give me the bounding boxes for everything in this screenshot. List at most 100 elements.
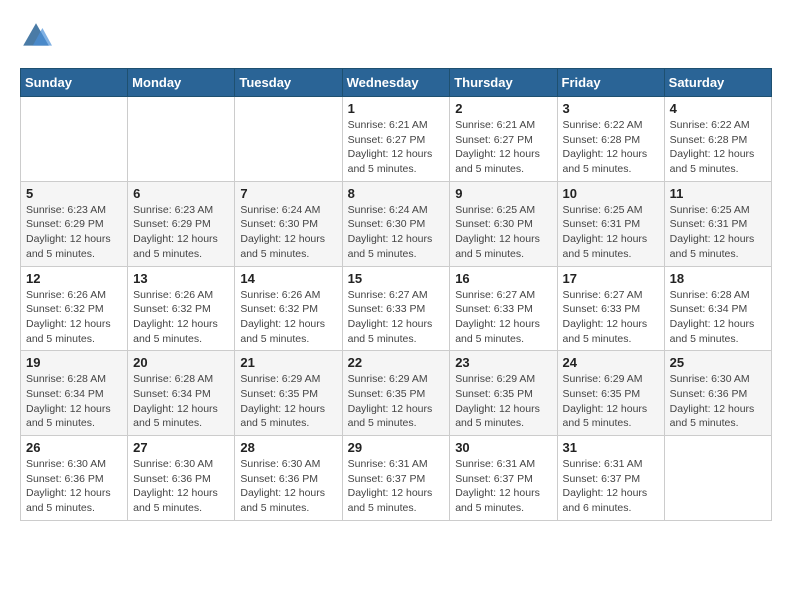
- day-info: Sunrise: 6:22 AM Sunset: 6:28 PM Dayligh…: [563, 118, 659, 177]
- day-number: 15: [348, 271, 445, 286]
- calendar-day-cell: [235, 97, 342, 182]
- day-info: Sunrise: 6:27 AM Sunset: 6:33 PM Dayligh…: [348, 288, 445, 347]
- calendar-day-cell: 2 Sunrise: 6:21 AM Sunset: 6:27 PM Daylig…: [450, 97, 557, 182]
- day-number: 21: [240, 355, 336, 370]
- calendar-week-row: 26 Sunrise: 6:30 AM Sunset: 6:36 PM Dayli…: [21, 436, 772, 521]
- day-info: Sunrise: 6:24 AM Sunset: 6:30 PM Dayligh…: [348, 203, 445, 262]
- calendar-day-cell: 16 Sunrise: 6:27 AM Sunset: 6:33 PM Dayli…: [450, 266, 557, 351]
- day-info: Sunrise: 6:30 AM Sunset: 6:36 PM Dayligh…: [670, 372, 766, 431]
- day-number: 20: [133, 355, 229, 370]
- calendar-day-cell: [128, 97, 235, 182]
- day-info: Sunrise: 6:29 AM Sunset: 6:35 PM Dayligh…: [348, 372, 445, 431]
- day-of-week-header: Wednesday: [342, 69, 450, 97]
- day-info: Sunrise: 6:30 AM Sunset: 6:36 PM Dayligh…: [26, 457, 122, 516]
- header: [20, 20, 772, 52]
- calendar-day-cell: 30 Sunrise: 6:31 AM Sunset: 6:37 PM Dayli…: [450, 436, 557, 521]
- calendar-day-cell: 7 Sunrise: 6:24 AM Sunset: 6:30 PM Daylig…: [235, 181, 342, 266]
- calendar-day-cell: [21, 97, 128, 182]
- calendar-day-cell: 21 Sunrise: 6:29 AM Sunset: 6:35 PM Dayli…: [235, 351, 342, 436]
- day-number: 29: [348, 440, 445, 455]
- day-number: 8: [348, 186, 445, 201]
- calendar-day-cell: 5Sunrise: 6:23 AM Sunset: 6:29 PM Daylig…: [21, 181, 128, 266]
- day-number: 27: [133, 440, 229, 455]
- calendar-day-cell: 25 Sunrise: 6:30 AM Sunset: 6:36 PM Dayli…: [664, 351, 771, 436]
- calendar-day-cell: 10 Sunrise: 6:25 AM Sunset: 6:31 PM Dayli…: [557, 181, 664, 266]
- day-of-week-header: Monday: [128, 69, 235, 97]
- day-number: 28: [240, 440, 336, 455]
- calendar-day-cell: 12Sunrise: 6:26 AM Sunset: 6:32 PM Dayli…: [21, 266, 128, 351]
- day-of-week-header: Saturday: [664, 69, 771, 97]
- day-info: Sunrise: 6:31 AM Sunset: 6:37 PM Dayligh…: [563, 457, 659, 516]
- day-info: Sunrise: 6:23 AM Sunset: 6:29 PM Dayligh…: [133, 203, 229, 262]
- calendar-table: SundayMondayTuesdayWednesdayThursdayFrid…: [20, 68, 772, 521]
- calendar-day-cell: 6Sunrise: 6:23 AM Sunset: 6:29 PM Daylig…: [128, 181, 235, 266]
- day-number: 5: [26, 186, 122, 201]
- day-number: 16: [455, 271, 551, 286]
- day-number: 10: [563, 186, 659, 201]
- calendar-day-cell: 27 Sunrise: 6:30 AM Sunset: 6:36 PM Dayli…: [128, 436, 235, 521]
- day-info: Sunrise: 6:21 AM Sunset: 6:27 PM Dayligh…: [455, 118, 551, 177]
- day-info: Sunrise: 6:29 AM Sunset: 6:35 PM Dayligh…: [455, 372, 551, 431]
- calendar-day-cell: 1 Sunrise: 6:21 AM Sunset: 6:27 PM Daylig…: [342, 97, 450, 182]
- day-number: 13: [133, 271, 229, 286]
- calendar-day-cell: 29 Sunrise: 6:31 AM Sunset: 6:37 PM Dayli…: [342, 436, 450, 521]
- day-info: Sunrise: 6:27 AM Sunset: 6:33 PM Dayligh…: [455, 288, 551, 347]
- day-number: 3: [563, 101, 659, 116]
- calendar-day-cell: 26 Sunrise: 6:30 AM Sunset: 6:36 PM Dayli…: [21, 436, 128, 521]
- day-info: Sunrise: 6:26 AM Sunset: 6:32 PM Dayligh…: [26, 288, 122, 347]
- day-info: Sunrise: 6:25 AM Sunset: 6:31 PM Dayligh…: [563, 203, 659, 262]
- day-number: 23: [455, 355, 551, 370]
- day-number: 9: [455, 186, 551, 201]
- day-info: Sunrise: 6:31 AM Sunset: 6:37 PM Dayligh…: [455, 457, 551, 516]
- day-info: Sunrise: 6:30 AM Sunset: 6:36 PM Dayligh…: [133, 457, 229, 516]
- calendar-day-cell: 23 Sunrise: 6:29 AM Sunset: 6:35 PM Dayli…: [450, 351, 557, 436]
- calendar-week-row: 19Sunrise: 6:28 AM Sunset: 6:34 PM Dayli…: [21, 351, 772, 436]
- day-number: 25: [670, 355, 766, 370]
- day-info: Sunrise: 6:26 AM Sunset: 6:32 PM Dayligh…: [240, 288, 336, 347]
- day-number: 26: [26, 440, 122, 455]
- calendar-day-cell: 13 Sunrise: 6:26 AM Sunset: 6:32 PM Dayli…: [128, 266, 235, 351]
- calendar-day-cell: [664, 436, 771, 521]
- calendar-day-cell: 17 Sunrise: 6:27 AM Sunset: 6:33 PM Dayli…: [557, 266, 664, 351]
- day-info: Sunrise: 6:31 AM Sunset: 6:37 PM Dayligh…: [348, 457, 445, 516]
- calendar-day-cell: 8 Sunrise: 6:24 AM Sunset: 6:30 PM Daylig…: [342, 181, 450, 266]
- day-number: 1: [348, 101, 445, 116]
- day-of-week-header: Friday: [557, 69, 664, 97]
- calendar-day-cell: 3 Sunrise: 6:22 AM Sunset: 6:28 PM Daylig…: [557, 97, 664, 182]
- day-info: Sunrise: 6:27 AM Sunset: 6:33 PM Dayligh…: [563, 288, 659, 347]
- calendar-week-row: 1 Sunrise: 6:21 AM Sunset: 6:27 PM Daylig…: [21, 97, 772, 182]
- day-number: 7: [240, 186, 336, 201]
- day-number: 22: [348, 355, 445, 370]
- day-info: Sunrise: 6:26 AM Sunset: 6:32 PM Dayligh…: [133, 288, 229, 347]
- day-info: Sunrise: 6:29 AM Sunset: 6:35 PM Dayligh…: [563, 372, 659, 431]
- calendar-day-cell: 11 Sunrise: 6:25 AM Sunset: 6:31 PM Dayli…: [664, 181, 771, 266]
- day-number: 2: [455, 101, 551, 116]
- calendar-day-cell: 20 Sunrise: 6:28 AM Sunset: 6:34 PM Dayli…: [128, 351, 235, 436]
- day-info: Sunrise: 6:25 AM Sunset: 6:31 PM Dayligh…: [670, 203, 766, 262]
- day-info: Sunrise: 6:28 AM Sunset: 6:34 PM Dayligh…: [133, 372, 229, 431]
- calendar-day-cell: 19Sunrise: 6:28 AM Sunset: 6:34 PM Dayli…: [21, 351, 128, 436]
- day-of-week-header: Thursday: [450, 69, 557, 97]
- day-info: Sunrise: 6:22 AM Sunset: 6:28 PM Dayligh…: [670, 118, 766, 177]
- day-info: Sunrise: 6:25 AM Sunset: 6:30 PM Dayligh…: [455, 203, 551, 262]
- day-number: 18: [670, 271, 766, 286]
- calendar-day-cell: 15 Sunrise: 6:27 AM Sunset: 6:33 PM Dayli…: [342, 266, 450, 351]
- calendar-day-cell: 18Sunrise: 6:28 AM Sunset: 6:34 PM Dayli…: [664, 266, 771, 351]
- day-number: 31: [563, 440, 659, 455]
- day-number: 11: [670, 186, 766, 201]
- calendar-day-cell: 4 Sunrise: 6:22 AM Sunset: 6:28 PM Daylig…: [664, 97, 771, 182]
- day-number: 30: [455, 440, 551, 455]
- calendar-day-cell: 22 Sunrise: 6:29 AM Sunset: 6:35 PM Dayli…: [342, 351, 450, 436]
- calendar-header-row: SundayMondayTuesdayWednesdayThursdayFrid…: [21, 69, 772, 97]
- day-info: Sunrise: 6:29 AM Sunset: 6:35 PM Dayligh…: [240, 372, 336, 431]
- day-info: Sunrise: 6:28 AM Sunset: 6:34 PM Dayligh…: [26, 372, 122, 431]
- calendar-day-cell: 14Sunrise: 6:26 AM Sunset: 6:32 PM Dayli…: [235, 266, 342, 351]
- day-info: Sunrise: 6:21 AM Sunset: 6:27 PM Dayligh…: [348, 118, 445, 177]
- day-number: 4: [670, 101, 766, 116]
- calendar-day-cell: 31 Sunrise: 6:31 AM Sunset: 6:37 PM Dayli…: [557, 436, 664, 521]
- calendar-day-cell: 28Sunrise: 6:30 AM Sunset: 6:36 PM Dayli…: [235, 436, 342, 521]
- day-of-week-header: Sunday: [21, 69, 128, 97]
- calendar-day-cell: 9 Sunrise: 6:25 AM Sunset: 6:30 PM Daylig…: [450, 181, 557, 266]
- day-info: Sunrise: 6:24 AM Sunset: 6:30 PM Dayligh…: [240, 203, 336, 262]
- day-number: 17: [563, 271, 659, 286]
